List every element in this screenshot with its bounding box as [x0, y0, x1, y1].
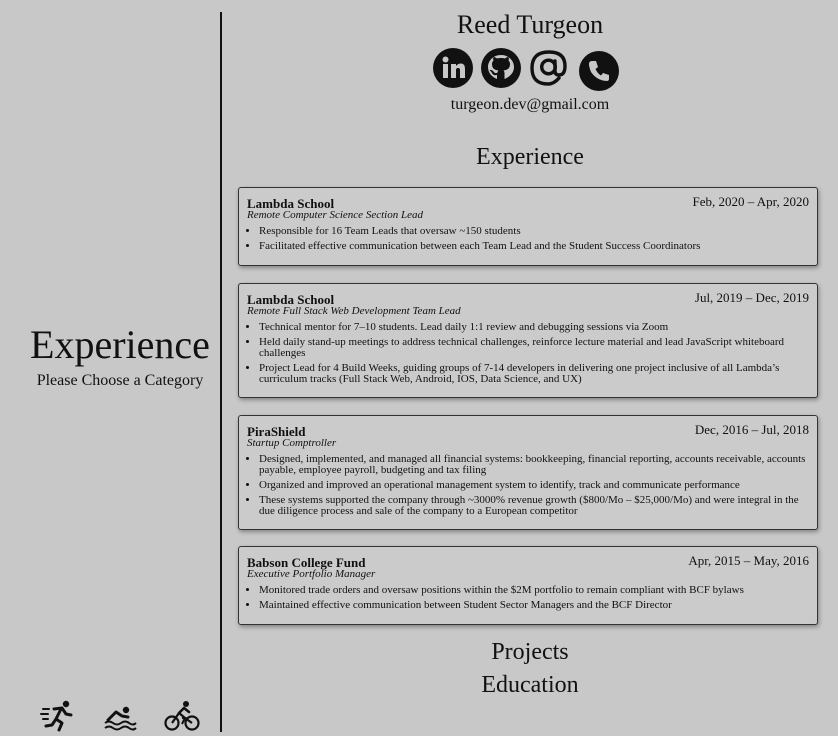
job-bullets: Technical mentor for 7–10 students. Lead…: [247, 322, 809, 385]
phone-icon[interactable]: [578, 50, 620, 92]
section-projects[interactable]: Projects: [222, 639, 838, 666]
job-bullets: Responsible for 16 Team Leads that overs…: [247, 226, 809, 252]
list-item: Held daily stand-up meetings to address …: [259, 337, 809, 359]
section-education[interactable]: Education: [222, 672, 838, 699]
experience-card: PiraShield Dec, 2016 – Jul, 2018 Startup…: [238, 415, 818, 530]
list-item: Maintained effective communication betwe…: [259, 600, 809, 611]
contact-icons: [432, 47, 632, 91]
experience-card: Lambda School Feb, 2020 – Apr, 2020 Remo…: [238, 187, 818, 266]
running-icon[interactable]: [40, 698, 76, 734]
job-dates: Jul, 2019 – Dec, 2019: [694, 290, 809, 305]
sidebar-title: Experience: [30, 322, 210, 367]
job-bullets: Designed, implemented, and managed all f…: [247, 454, 809, 517]
company-name: PiraShield: [247, 424, 306, 439]
list-item: Technical mentor for 7–10 students. Lead…: [259, 322, 809, 333]
list-item: Organized and improved an operational ma…: [259, 480, 809, 491]
job-bullets: Monitored trade orders and oversaw posit…: [247, 585, 809, 611]
sidebar: Experience Please Choose a Category: [0, 0, 221, 736]
swimming-icon[interactable]: [102, 698, 138, 734]
list-item: These systems supported the company thro…: [259, 495, 809, 517]
list-item: Facilitated effective communication betw…: [259, 241, 809, 252]
email-address[interactable]: turgeon.dev@gmail.com: [222, 96, 838, 114]
job-role: Startup Comptroller: [247, 437, 337, 449]
email-at-icon[interactable]: [528, 47, 570, 89]
page-title: Reed Turgeon: [456, 10, 604, 39]
job-dates: Feb, 2020 – Apr, 2020: [692, 194, 809, 209]
linkedin-icon[interactable]: [432, 47, 474, 89]
sport-icons: [40, 698, 200, 734]
company-name: Lambda School: [247, 292, 335, 307]
experience-card: Babson College Fund Apr, 2015 – May, 201…: [238, 546, 818, 625]
sidebar-subtitle: Please Choose a Category: [36, 372, 204, 389]
list-item: Monitored trade orders and oversaw posit…: [259, 585, 809, 596]
cycling-icon[interactable]: [164, 698, 200, 734]
job-dates: Apr, 2015 – May, 2016: [688, 553, 809, 568]
list-item: Responsible for 16 Team Leads that overs…: [259, 226, 809, 237]
list-item: Designed, implemented, and managed all f…: [259, 454, 809, 476]
section-experience[interactable]: Experience: [222, 144, 838, 171]
experience-card: Lambda School Jul, 2019 – Dec, 2019 Remo…: [238, 283, 818, 398]
company-name: Babson College Fund: [247, 555, 366, 570]
list-item: Project Lead for 4 Build Weeks, guiding …: [259, 363, 809, 385]
job-dates: Dec, 2016 – Jul, 2018: [694, 422, 809, 437]
github-icon[interactable]: [480, 47, 522, 89]
company-name: Lambda School: [247, 196, 335, 211]
main-content: Reed Turgeon turgeon.dev@gmail.com Exper…: [222, 0, 838, 736]
